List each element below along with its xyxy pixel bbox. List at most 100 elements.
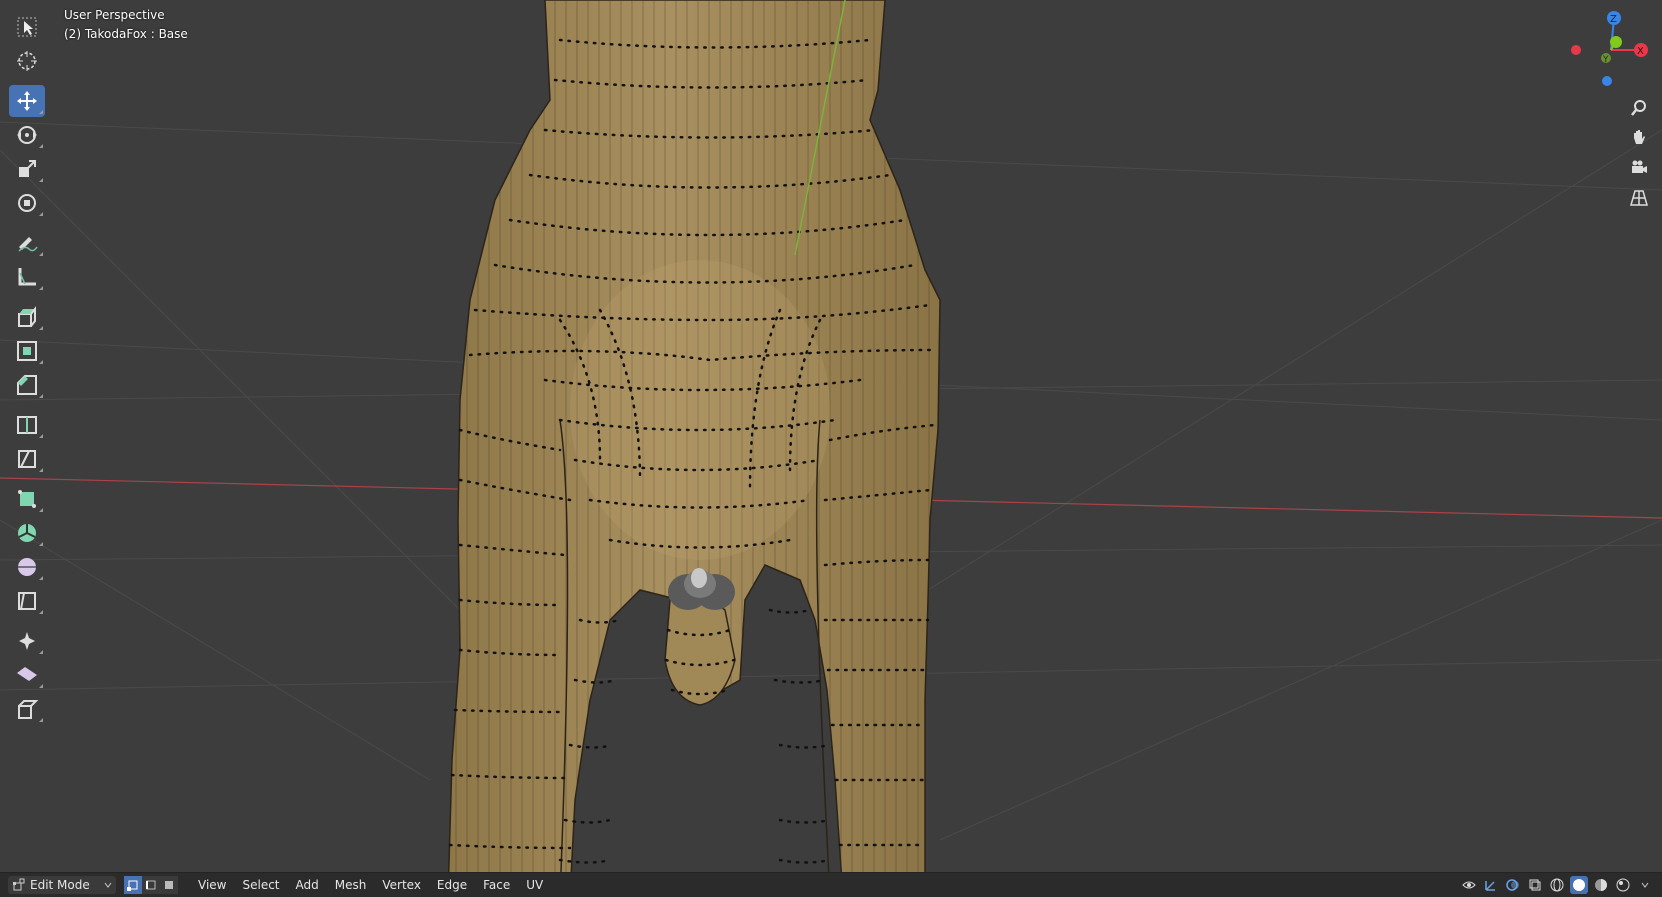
scale-tool[interactable] [9, 153, 45, 185]
object-label: (2) TakodaFox : Base [64, 27, 188, 41]
vertex-select-icon [127, 880, 138, 891]
material-sphere-icon [1595, 879, 1607, 891]
gizmo-toggle-button[interactable] [1482, 876, 1500, 894]
zoom-button[interactable] [1624, 93, 1654, 123]
rotate-icon [17, 126, 37, 144]
menu-mesh[interactable]: Mesh [327, 873, 375, 897]
eye-icon [1462, 881, 1476, 889]
cursor-tool[interactable] [9, 45, 45, 77]
shear-tool[interactable] [9, 659, 45, 691]
menu-select[interactable]: Select [234, 873, 287, 897]
gizmo-arrows-icon [1485, 881, 1495, 891]
knife-icon [18, 450, 36, 468]
grid-icon [1630, 190, 1648, 206]
menu-vertex[interactable]: Vertex [374, 873, 429, 897]
mode-selector[interactable]: Edit Mode [8, 876, 116, 894]
material-shading-button[interactable] [1592, 876, 1610, 894]
smooth-tool[interactable] [9, 551, 45, 583]
transform-tool[interactable] [9, 187, 45, 219]
overlays-icon [1506, 879, 1519, 891]
smooth-sphere-icon [18, 558, 36, 576]
header-menu: View Select Add Mesh Vertex Edge Face UV [190, 873, 551, 897]
gizmo-y-axis[interactable] [1610, 36, 1622, 48]
ortho-toggle-button[interactable] [1624, 183, 1654, 213]
loop-cut-icon [17, 416, 37, 434]
header-right-controls [1460, 876, 1654, 894]
menu-face[interactable]: Face [475, 873, 518, 897]
camera-button[interactable] [1624, 153, 1654, 183]
edge-slide-tool[interactable] [9, 585, 45, 617]
chevron-down-icon [104, 882, 112, 888]
bevel-tool[interactable] [9, 369, 45, 401]
shading-options-button[interactable] [1636, 876, 1654, 894]
edge-slide-icon [18, 592, 36, 610]
inset-icon [17, 341, 37, 361]
viewport-header: Edit Mode View Select Add Mesh Vertex Ed… [0, 872, 1662, 897]
transform-icon [18, 194, 36, 212]
xray-icon [1529, 879, 1541, 891]
gizmo-neg-x-dot[interactable] [1571, 45, 1581, 55]
edge-select-icon [146, 880, 156, 890]
spin-tool[interactable] [9, 517, 45, 549]
vertex-select-button[interactable] [124, 876, 142, 894]
select-box-tool[interactable] [9, 11, 45, 43]
gizmo-neg-z-dot[interactable] [1602, 76, 1612, 86]
tool-shelf [6, 10, 48, 726]
xray-toggle-button[interactable] [1526, 876, 1544, 894]
scale-icon [19, 160, 36, 177]
face-select-icon [165, 881, 173, 889]
edge-select-button[interactable] [142, 876, 160, 894]
crosshair-icon [17, 51, 37, 71]
knife-tool[interactable] [9, 443, 45, 475]
poly-build-tool[interactable] [9, 483, 45, 515]
rotate-tool[interactable] [9, 119, 45, 151]
extrude-region-tool[interactable] [9, 301, 45, 333]
move-tool[interactable] [9, 85, 45, 117]
rendered-sphere-icon [1616, 878, 1630, 892]
menu-edge[interactable]: Edge [429, 873, 475, 897]
shrink-fatten-icon [19, 632, 35, 650]
magnifier-icon [1631, 100, 1646, 116]
menu-add[interactable]: Add [288, 873, 327, 897]
annotate-tool[interactable] [9, 227, 45, 259]
ruler-icon [18, 268, 36, 286]
gizmo-x-label: X [1637, 46, 1644, 57]
loop-cut-tool[interactable] [9, 409, 45, 441]
gizmo-y-label: Y [1602, 55, 1609, 65]
visibility-button[interactable] [1460, 876, 1478, 894]
navigation-buttons [1624, 93, 1654, 213]
navigation-gizmo[interactable]: X Y Z [1564, 8, 1654, 98]
hand-icon [1634, 130, 1645, 144]
gizmo-z-label: Z [1610, 14, 1617, 25]
shrink-fatten-tool[interactable] [9, 625, 45, 657]
select-mode-group [124, 876, 178, 894]
3d-viewport[interactable] [0, 0, 1662, 897]
move-arrows-icon [17, 91, 37, 111]
perspective-label: User Perspective [64, 8, 165, 22]
mesh-object[interactable] [447, 0, 941, 897]
camera-icon [1632, 160, 1647, 173]
shear-icon [17, 667, 37, 681]
menu-view[interactable]: View [190, 873, 234, 897]
wireframe-sphere-icon [1550, 878, 1564, 892]
rip-icon [18, 700, 39, 719]
cursor-arrow-icon [17, 17, 37, 37]
chevron-down-icon [1641, 882, 1649, 888]
wireframe-shading-button[interactable] [1548, 876, 1566, 894]
bevel-icon [17, 375, 37, 395]
pan-button[interactable] [1624, 123, 1654, 153]
poly-build-icon [18, 490, 36, 508]
inset-faces-tool[interactable] [9, 335, 45, 367]
mode-label: Edit Mode [30, 878, 90, 892]
rendered-shading-button[interactable] [1614, 876, 1632, 894]
measure-tool[interactable] [9, 261, 45, 293]
rip-region-tool[interactable] [9, 693, 45, 725]
menu-uv[interactable]: UV [518, 873, 551, 897]
solid-sphere-icon [1573, 879, 1585, 891]
pencil-icon [18, 237, 38, 252]
spin-icon [18, 524, 36, 542]
overlays-button[interactable] [1504, 876, 1522, 894]
face-select-button[interactable] [160, 876, 178, 894]
solid-shading-button[interactable] [1570, 876, 1588, 894]
extrude-icon [18, 306, 36, 327]
